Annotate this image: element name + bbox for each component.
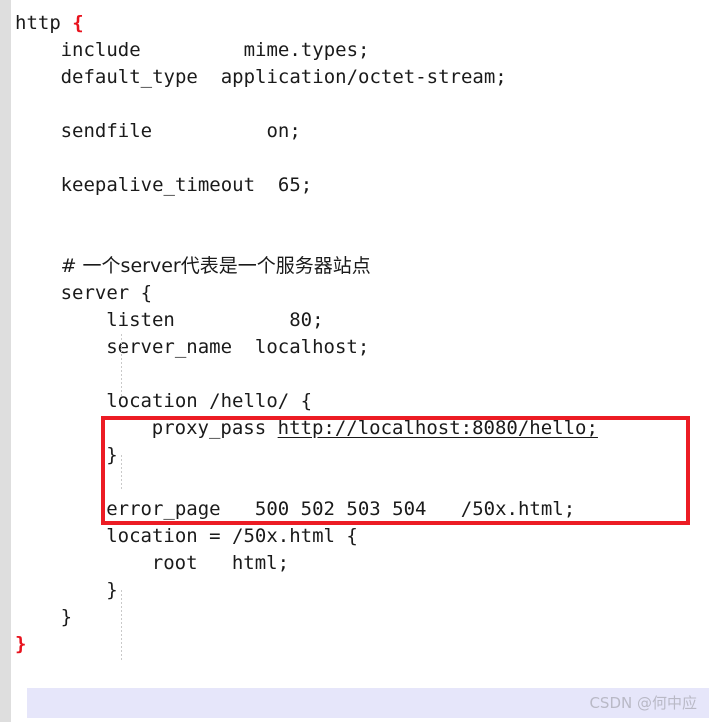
code-text: listen 80; [106,309,324,331]
code-line[interactable]: keepalive_timeout 65; [0,172,709,199]
code-text: } [106,579,118,601]
code-text: } [60,606,73,628]
code-line[interactable] [0,145,709,172]
code-text: location /hello/ { [106,390,313,412]
code-line[interactable]: root html; [0,550,709,577]
code-text: root html; [151,552,290,574]
code-comment-text: # 一个server代表是一个服务器站点 [60,255,371,277]
code-line[interactable]: default_type application/octet-stream; [0,64,709,91]
code-text: default_type application/octet-stream; [60,66,507,88]
code-line[interactable]: include mime.types; [0,37,709,64]
indent-guide [121,455,122,491]
code-text: location = /50x.html { [106,525,358,547]
code-line[interactable]: location = /50x.html { [0,523,709,550]
code-line[interactable]: } [0,631,709,658]
code-text: server { [60,282,153,304]
code-line[interactable]: } [0,604,709,631]
code-screenshot: http {include mime.types; default_type ap… [0,0,709,722]
proxy-pass-url-link[interactable]: http://localhost:8080/hello; [278,415,598,442]
code-line[interactable]: location /hello/ { [0,388,709,415]
code-text: error_page 500 502 503 504 /50x.html; [106,498,576,520]
code-text: server_name localhost; [106,336,370,358]
code-line[interactable]: proxy_pass http://localhost:8080/hello; [0,415,709,442]
code-line[interactable] [0,361,709,388]
code-line[interactable]: sendfile on; [0,118,709,145]
code-line[interactable] [0,226,709,253]
code-line[interactable]: # 一个server代表是一个服务器站点 [0,253,709,280]
code-text: include mime.types; [60,39,370,61]
code-line[interactable]: } [0,577,709,604]
code-text: keepalive_timeout 65; [60,174,313,196]
code-line[interactable]: server { [0,280,709,307]
code-text: proxy_pass [151,417,278,439]
code-line[interactable]: } [0,442,709,469]
code-line[interactable] [0,469,709,496]
code-editor-surface[interactable]: http {include mime.types; default_type ap… [0,0,709,722]
code-line[interactable]: error_page 500 502 503 504 /50x.html; [0,496,709,523]
code-text: http [15,12,73,34]
matching-brace: { [72,12,84,34]
code-text: sendfile on; [60,120,301,142]
code-line[interactable] [0,199,709,226]
indent-guide [121,590,122,660]
code-text: } [106,444,118,466]
code-line[interactable]: server_name localhost; [0,334,709,361]
code-line[interactable] [0,91,709,118]
indent-guide [121,334,122,396]
csdn-watermark: CSDN @何中应 [589,694,697,712]
code-line[interactable]: http { [0,10,709,37]
matching-brace: } [15,633,27,655]
code-line[interactable]: listen 80; [0,307,709,334]
